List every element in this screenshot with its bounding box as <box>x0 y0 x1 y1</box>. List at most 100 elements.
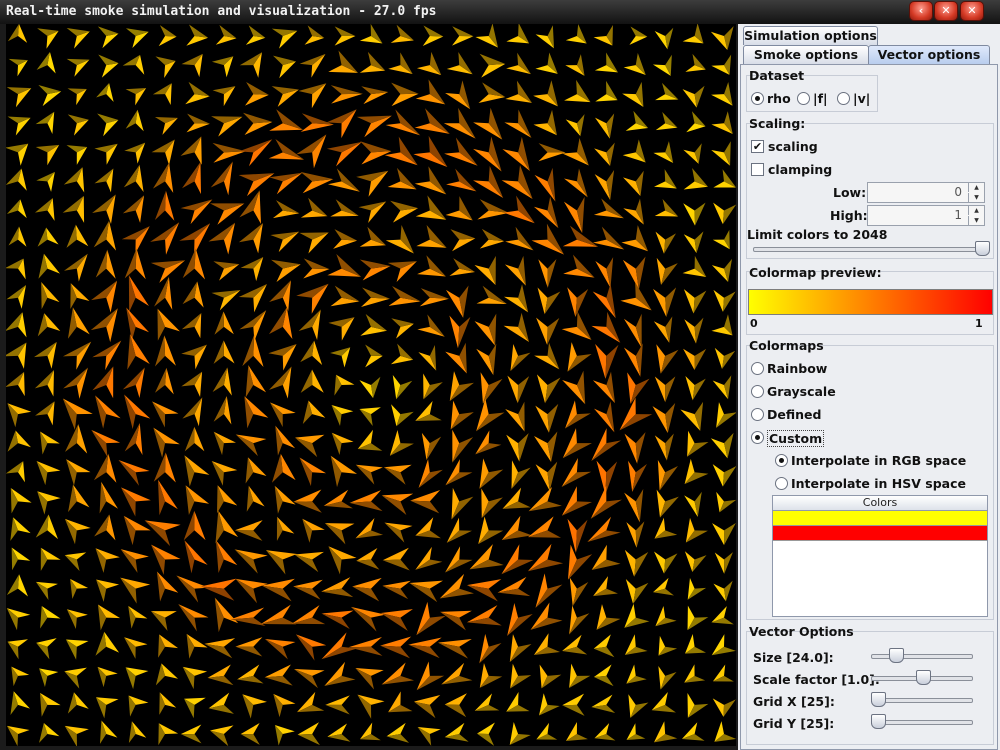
minimize-button[interactable]: ‹ <box>909 1 933 21</box>
vector-glyph <box>476 722 495 734</box>
high-spinner[interactable]: 1 ▲ ▼ <box>867 205 985 226</box>
grid-x-slider[interactable] <box>871 698 973 703</box>
vector-glyph <box>444 693 467 705</box>
vector-glyph <box>293 489 322 502</box>
colormaps-label: Colormaps <box>749 338 824 353</box>
vector-glyph-shade <box>93 453 109 481</box>
vector-glyph <box>362 265 391 281</box>
vector-glyph <box>321 610 354 618</box>
close-button[interactable]: ✕ <box>960 1 984 21</box>
f-magnitude-label: |f| <box>813 91 828 106</box>
vector-glyph <box>624 549 636 577</box>
vector-glyph-shade <box>325 704 350 715</box>
colormap-min-label: 0 <box>750 317 758 330</box>
scale-factor-slider-thumb[interactable] <box>916 670 931 685</box>
vector-glyph-shade <box>415 530 441 539</box>
color-row-yellow[interactable] <box>773 511 987 526</box>
custom-radio[interactable] <box>751 431 764 444</box>
vector-glyph-shade <box>242 334 255 367</box>
vector-glyph <box>105 340 122 370</box>
high-value: 1 <box>954 208 962 222</box>
simulation-canvas[interactable] <box>6 24 736 746</box>
vector-glyph-shade <box>633 582 649 604</box>
low-spinner[interactable]: 0 ▲ ▼ <box>867 182 985 203</box>
vector-glyph-shade <box>36 51 50 70</box>
vector-glyph-shade <box>450 229 476 240</box>
window-title: Real-time smoke simulation and visualiza… <box>6 4 437 19</box>
tab-smoke-options[interactable]: Smoke options <box>743 45 869 64</box>
maximize-button[interactable]: ✕ <box>934 1 958 21</box>
vector-glyph-shade <box>722 204 736 225</box>
vector-glyph-shade <box>307 25 325 38</box>
vector-glyph <box>334 36 356 46</box>
scaling-checkbox[interactable]: ✔ <box>751 140 764 153</box>
vector-glyph-shade <box>444 704 467 718</box>
vector-glyph <box>656 489 666 518</box>
vector-glyph-shade <box>271 86 299 95</box>
vector-glyph-shade <box>204 643 233 659</box>
spinner-down-icon[interactable]: ▼ <box>968 193 984 202</box>
spinner-down-icon[interactable]: ▼ <box>968 216 984 225</box>
vector-glyph <box>591 694 613 708</box>
clamping-checkbox-label: clamping <box>768 162 833 177</box>
vector-glyph-shade <box>293 586 321 600</box>
vector-glyph <box>714 552 725 574</box>
limit-colors-slider[interactable] <box>753 247 987 252</box>
vector-options-label: Vector Options <box>749 624 854 639</box>
vector-glyph-shade <box>605 344 619 379</box>
vector-glyph-shade <box>664 553 678 574</box>
vector-glyph-shade <box>605 461 618 495</box>
vector-glyph-shade <box>593 646 615 658</box>
colormap-gradient-bar <box>748 289 993 315</box>
colors-table[interactable]: Colors <box>772 495 988 617</box>
grid-x-slider-thumb[interactable] <box>871 692 886 707</box>
spinner-up-icon[interactable]: ▲ <box>968 206 984 215</box>
vector-glyph <box>327 723 347 737</box>
vector-glyph <box>350 606 386 618</box>
vector-glyph <box>654 551 666 574</box>
vector-glyph-shade <box>297 734 320 746</box>
vector-glyph-shade <box>488 343 497 376</box>
vector-glyph-shade <box>219 25 237 39</box>
size-slider-thumb[interactable] <box>889 648 904 663</box>
vector-glyph-shade <box>694 348 707 371</box>
vector-glyph <box>655 231 666 254</box>
grid-y-slider[interactable] <box>871 720 973 725</box>
tab-vector-options[interactable]: Vector options <box>868 45 990 64</box>
rho-radio[interactable] <box>751 92 764 105</box>
vector-glyph <box>386 722 406 737</box>
spinner-up-icon[interactable]: ▲ <box>968 183 984 192</box>
vector-glyph <box>178 604 209 618</box>
vector-glyph <box>240 723 260 735</box>
interpolate-hsv-radio[interactable] <box>775 477 788 490</box>
interpolate-rgb-radio[interactable] <box>775 454 788 467</box>
vector-glyph <box>165 452 176 483</box>
color-row-red[interactable] <box>773 526 987 541</box>
vector-glyph-shade <box>634 551 649 577</box>
rainbow-radio[interactable] <box>751 362 764 375</box>
vector-glyph <box>18 574 28 597</box>
grayscale-radio[interactable] <box>751 385 764 398</box>
vector-glyph <box>391 93 419 107</box>
vector-glyph-field <box>6 24 736 746</box>
vector-glyph-shade <box>300 369 313 393</box>
interpolate-hsv-label: Interpolate in HSV space <box>791 476 966 491</box>
grid-y-slider-thumb[interactable] <box>871 714 886 729</box>
clamping-checkbox[interactable] <box>751 163 764 176</box>
defined-radio[interactable] <box>751 408 764 421</box>
vector-glyph-shade <box>547 403 559 433</box>
f-magnitude-radio[interactable] <box>797 92 810 105</box>
vector-glyph-shade <box>293 501 322 513</box>
vector-glyph <box>104 631 120 653</box>
limit-colors-thumb[interactable] <box>975 241 990 256</box>
vector-glyph-shade <box>300 340 315 363</box>
size-slider[interactable] <box>871 654 973 659</box>
vector-glyph <box>712 523 725 546</box>
tab-simulation-options[interactable]: Simulation options <box>743 26 878 45</box>
vector-glyph-shade <box>575 288 589 317</box>
vector-glyph <box>654 30 668 50</box>
v-magnitude-radio[interactable] <box>837 92 850 105</box>
vector-glyph <box>538 259 548 288</box>
scale-factor-label: Scale factor [1.0]: <box>753 672 880 687</box>
vector-glyph <box>365 355 383 368</box>
